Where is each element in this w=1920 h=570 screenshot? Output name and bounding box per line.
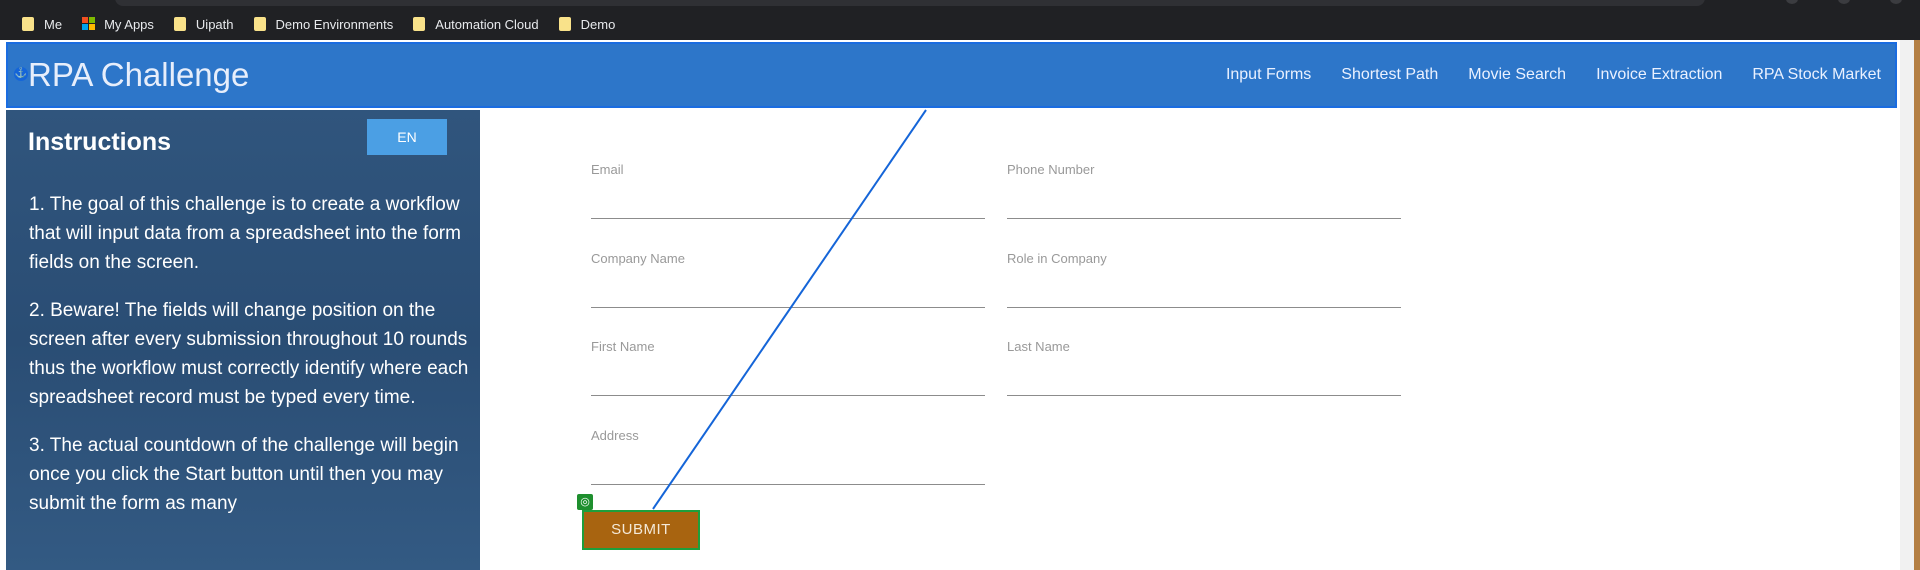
bookmark-label: Automation Cloud	[435, 16, 539, 32]
bookmark-label: Demo	[580, 16, 616, 32]
field-label: First Name	[591, 339, 655, 354]
target-icon: ◎	[577, 494, 593, 510]
instruction-paragraph: 2. Beware! The fields will change positi…	[29, 300, 469, 408]
last-name-field[interactable]: Last Name	[1007, 339, 1401, 396]
field-underline	[591, 307, 985, 308]
folder-icon	[173, 17, 186, 31]
bookmark-automation-cloud[interactable]: Automation Cloud	[413, 16, 539, 32]
address-bar[interactable]	[115, 0, 1705, 6]
field-underline	[591, 484, 985, 485]
folder-icon	[413, 17, 426, 31]
bookmark-label: Demo Environments	[275, 16, 394, 32]
field-underline	[591, 395, 985, 396]
field-underline	[1007, 395, 1401, 396]
anchor-icon: ⚓	[14, 67, 28, 81]
field-underline	[1007, 307, 1401, 308]
bookmark-demo[interactable]: Demo	[558, 16, 616, 32]
instruction-paragraph: 3. The actual countdown of the challenge…	[29, 435, 459, 514]
challenge-form: Email Phone Number Company Name Role in …	[480, 110, 1890, 570]
role-field[interactable]: Role in Company	[1007, 251, 1401, 308]
page-viewport: ⚓ RPA Challenge Input Forms Shortest Pat…	[0, 40, 1920, 570]
nav-movie-search[interactable]: Movie Search	[1468, 66, 1566, 84]
language-button[interactable]: EN	[367, 119, 447, 155]
nav-shortest-path[interactable]: Shortest Path	[1341, 66, 1438, 84]
brand-title[interactable]: RPA Challenge	[28, 56, 249, 94]
extension-icon[interactable]	[1786, 0, 1798, 4]
field-label: Address	[591, 428, 639, 443]
microsoft-apps-icon	[82, 17, 96, 31]
nav-input-forms[interactable]: Input Forms	[1226, 66, 1311, 84]
folder-icon	[253, 17, 266, 31]
field-label: Role in Company	[1007, 251, 1107, 266]
nav-rpa-stock-market[interactable]: RPA Stock Market	[1752, 66, 1881, 84]
browser-toolbar-icons	[1786, 0, 1902, 4]
bookmark-label: Me	[44, 16, 63, 32]
bookmark-my-apps[interactable]: My Apps	[82, 17, 154, 32]
first-name-field[interactable]: First Name	[591, 339, 985, 396]
field-label: Last Name	[1007, 339, 1070, 354]
scrollbar[interactable]	[1900, 40, 1914, 570]
phone-field[interactable]: Phone Number	[1007, 162, 1401, 219]
nav-invoice-extraction[interactable]: Invoice Extraction	[1596, 66, 1722, 84]
instruction-paragraph: 1. The goal of this challenge is to crea…	[29, 194, 461, 273]
company-name-field[interactable]: Company Name	[591, 251, 985, 308]
bookmark-label: My Apps	[104, 16, 154, 32]
folder-icon	[22, 17, 34, 31]
instructions-panel: Instructions EN 1. The goal of this chal…	[6, 110, 480, 570]
profile-icon[interactable]	[1890, 0, 1902, 4]
field-label: Email	[591, 162, 624, 177]
bookmark-demo-environments[interactable]: Demo Environments	[253, 16, 394, 32]
address-field[interactable]: Address	[591, 428, 985, 485]
bookmark-uipath[interactable]: Uipath	[173, 16, 234, 32]
bookmark-me[interactable]: Me	[22, 17, 62, 32]
field-underline	[591, 218, 985, 219]
nav-links: Input Forms Shortest Path Movie Search I…	[1196, 44, 1881, 106]
field-label: Company Name	[591, 251, 685, 266]
browser-tab-strip	[0, 0, 1920, 8]
bookmarks-bar: Me My Apps Uipath Demo Environments Auto…	[0, 8, 1920, 40]
field-label: Phone Number	[1007, 162, 1095, 177]
instructions-text: 1. The goal of this challenge is to crea…	[29, 190, 469, 537]
field-underline	[1007, 218, 1401, 219]
background-edge	[1914, 40, 1920, 570]
menu-icon[interactable]	[1838, 0, 1850, 4]
folder-icon	[558, 17, 571, 31]
email-field[interactable]: Email	[591, 162, 985, 219]
instructions-title: Instructions	[28, 128, 172, 156]
navbar: ⚓ RPA Challenge Input Forms Shortest Pat…	[6, 42, 1897, 108]
submit-button[interactable]: SUBMIT	[582, 510, 700, 550]
bookmark-label: Uipath	[195, 16, 234, 32]
